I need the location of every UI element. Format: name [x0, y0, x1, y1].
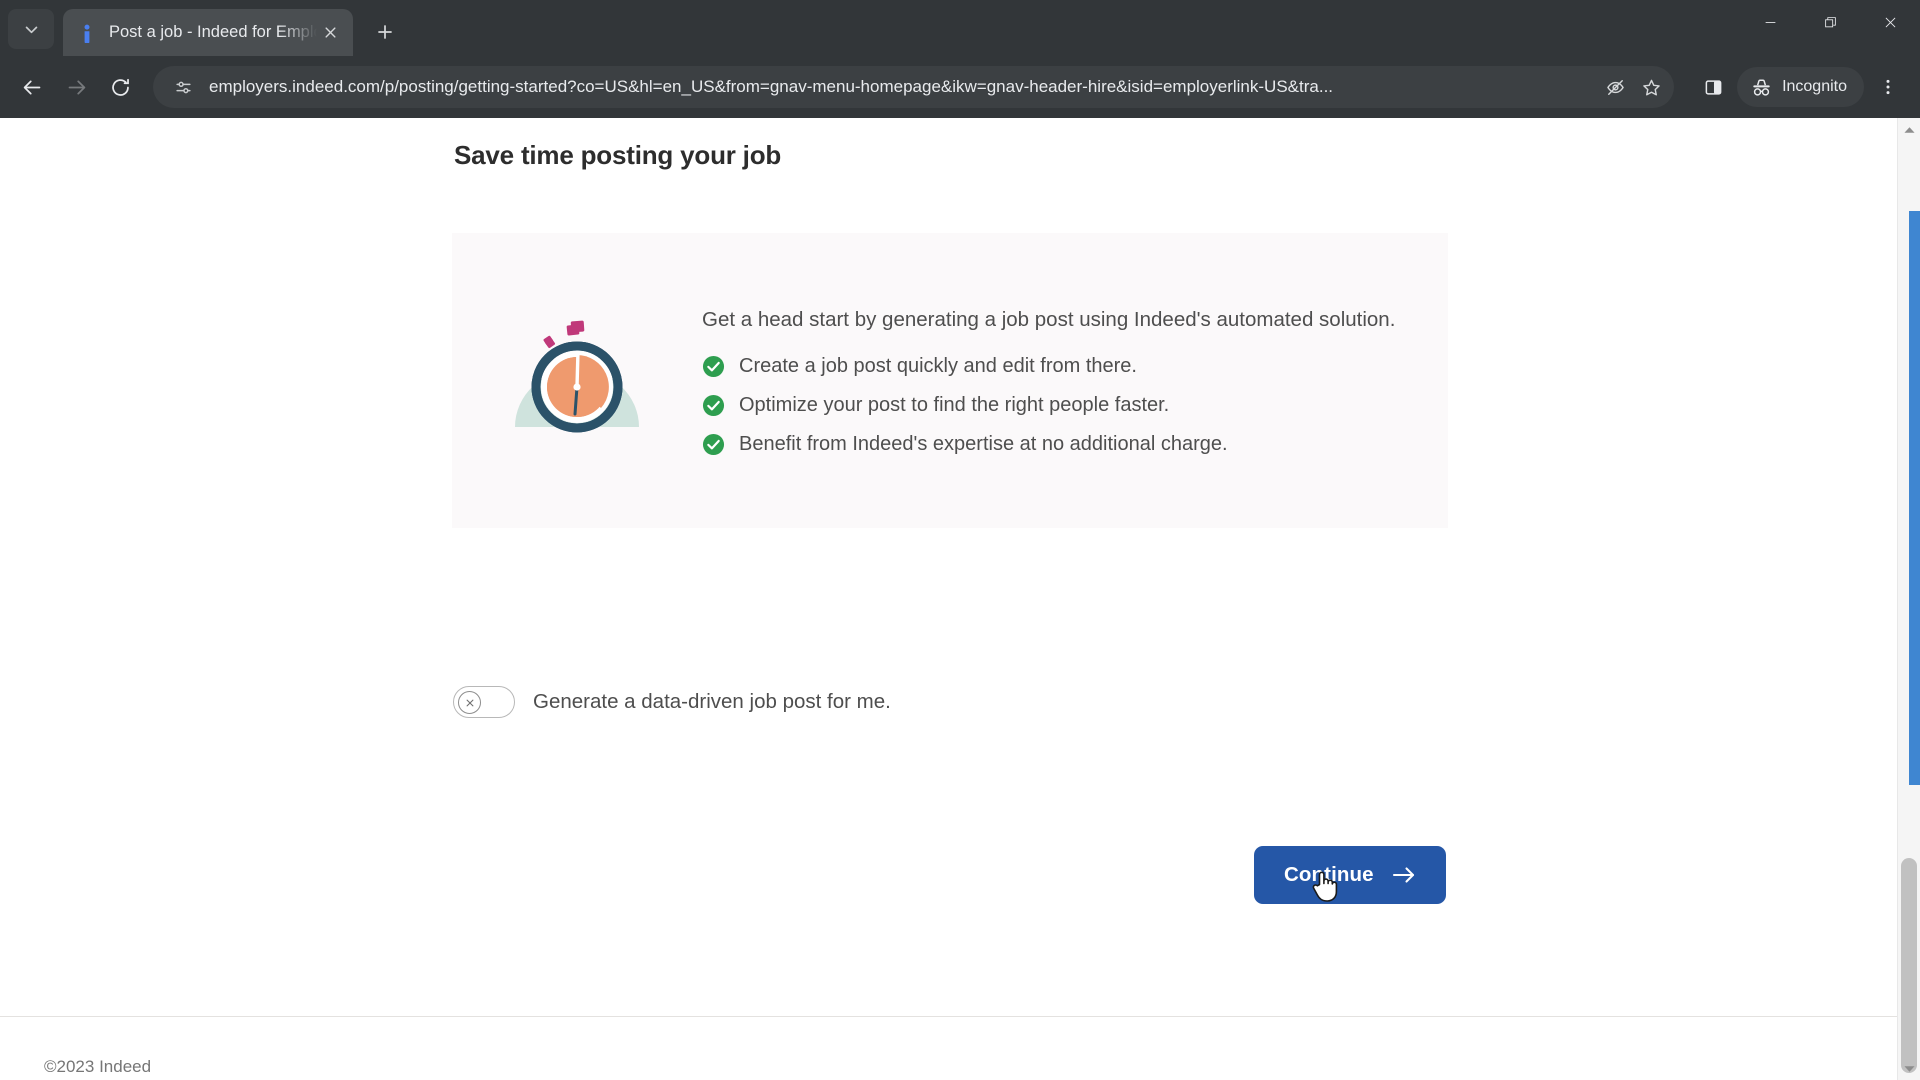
- generate-job-post-toggle-row: Generate a data-driven job post for me.: [453, 686, 891, 718]
- arrow-left-icon: [23, 80, 40, 94]
- tab-close-button[interactable]: [317, 20, 343, 46]
- footer-copyright: ©2023 Indeed: [44, 1057, 152, 1076]
- bullet-text: Optimize your post to find the right peo…: [739, 394, 1170, 417]
- close-icon: [1885, 17, 1895, 27]
- close-window-button[interactable]: [1860, 0, 1920, 44]
- browser-menu-button[interactable]: [1868, 67, 1908, 107]
- arrow-right-icon: [1392, 867, 1414, 883]
- browser-tab[interactable]: Post a job - Indeed for Employe: [63, 9, 353, 56]
- side-panel-button[interactable]: [1693, 67, 1733, 107]
- tab-search-button[interactable]: [8, 9, 54, 49]
- restore-button[interactable]: [1800, 0, 1860, 44]
- page-title: Save time posting your job: [454, 140, 782, 170]
- indeed-favicon: [77, 23, 97, 43]
- window-edge-accent: [1909, 211, 1920, 785]
- list-item: Optimize your post to find the right peo…: [702, 394, 1408, 417]
- restore-icon: [1824, 16, 1836, 27]
- profile-incognito-button[interactable]: Incognito: [1737, 67, 1864, 107]
- check-circle-icon: [702, 356, 725, 378]
- address-bar[interactable]: employers.indeed.com/p/posting/getting-s…: [153, 66, 1675, 108]
- page-footer: ©2023 Indeed Cookies, privacy and terms …: [0, 1016, 1897, 1080]
- continue-button[interactable]: Continue: [1254, 846, 1446, 904]
- indeed-favicon-glyph: [84, 24, 90, 43]
- indeed-post-job-page: Save time posting your job Get a head st…: [0, 118, 1897, 1080]
- omnibox-actions: [1598, 70, 1668, 104]
- stopwatch-illustration-graphic: [515, 320, 639, 432]
- toggle-label: Generate a data-driven job post for me.: [533, 690, 891, 713]
- browser-window: Post a job - Indeed for Employe: [0, 0, 1920, 1080]
- page-settings-glyph: [175, 81, 191, 93]
- toolbar-right-actions: Incognito: [1693, 67, 1908, 107]
- reload-icon: [111, 78, 129, 96]
- bookmark-star-icon[interactable]: [1634, 70, 1668, 104]
- scrollbar-down-arrow[interactable]: [1898, 1057, 1920, 1080]
- promo-lead-text: Get a head start by generating a job pos…: [702, 307, 1396, 331]
- arrow-right-icon: [68, 80, 85, 94]
- list-item: Create a job post quickly and edit from …: [702, 355, 1408, 378]
- reload-button[interactable]: [100, 67, 140, 107]
- toggle-knob: [458, 691, 481, 714]
- profile-label: Incognito: [1782, 78, 1847, 95]
- scrollbar-up-arrow[interactable]: [1898, 118, 1920, 141]
- generate-job-post-toggle[interactable]: [453, 686, 515, 718]
- chevron-up-icon: [1903, 126, 1915, 133]
- page-settings-icon[interactable]: [169, 73, 197, 101]
- continue-button-label: Continue: [1284, 863, 1374, 886]
- eye-slash-icon[interactable]: [1598, 70, 1632, 104]
- bullet-text: Create a job post quickly and edit from …: [739, 355, 1137, 378]
- check-circle-icon: [702, 434, 725, 456]
- chevron-down-icon: [1903, 1065, 1915, 1072]
- window-controls: [1740, 0, 1920, 56]
- plus-icon: [378, 25, 392, 39]
- promo-bullet-list: Create a job post quickly and edit from …: [702, 355, 1408, 456]
- url-text: employers.indeed.com/p/posting/getting-s…: [209, 77, 1334, 96]
- minimize-button[interactable]: [1740, 0, 1800, 44]
- promo-body: Get a head start by generating a job pos…: [702, 305, 1448, 456]
- page-viewport: Save time posting your job Get a head st…: [0, 118, 1920, 1080]
- scrollbar-thumb[interactable]: [1901, 858, 1917, 1073]
- close-x-icon: [466, 699, 473, 706]
- forward-button[interactable]: [56, 67, 96, 107]
- list-item: Benefit from Indeed's expertise at no ad…: [702, 433, 1408, 456]
- tab-title: Post a job - Indeed for Employe: [109, 23, 317, 41]
- browser-toolbar: employers.indeed.com/p/posting/getting-s…: [0, 56, 1920, 118]
- eye-slash-glyph: [1606, 79, 1624, 95]
- star-glyph: [1642, 79, 1660, 95]
- new-tab-button[interactable]: [365, 12, 405, 52]
- minimize-icon: [1765, 21, 1775, 23]
- incognito-icon: [1753, 78, 1770, 96]
- side-panel-icon: [1705, 79, 1721, 95]
- bullet-text: Benefit from Indeed's expertise at no ad…: [739, 433, 1228, 456]
- continue-button-wrapper: Continue: [1254, 846, 1446, 904]
- promo-card: Get a head start by generating a job pos…: [452, 233, 1448, 528]
- three-dot-menu-icon: [1886, 79, 1890, 95]
- close-icon: [324, 27, 336, 38]
- tab-strip: Post a job - Indeed for Employe: [0, 0, 1920, 56]
- stopwatch-illustration: [452, 311, 702, 451]
- back-button[interactable]: [12, 67, 52, 107]
- chevron-down-icon: [25, 26, 37, 33]
- check-circle-icon: [702, 395, 725, 417]
- page-content: Save time posting your job Get a head st…: [0, 118, 1897, 1080]
